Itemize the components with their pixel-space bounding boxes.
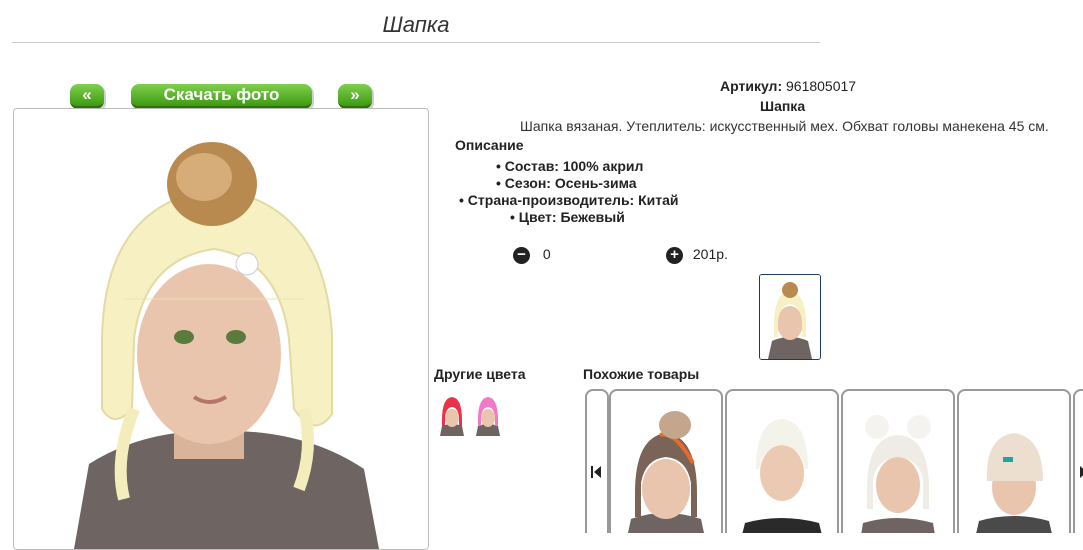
price-control: + 201р. — [666, 246, 728, 264]
white-hat-girl-image — [731, 397, 833, 533]
beanie-image — [963, 397, 1065, 533]
property-color: Цвет: Бежевый — [510, 209, 625, 226]
similar-item-1[interactable] — [609, 389, 723, 533]
article-value: 961805017 — [786, 78, 857, 94]
price-value: 201р. — [692, 246, 728, 262]
next-photo-button[interactable]: » — [338, 84, 372, 109]
main-product-photo[interactable] — [13, 108, 429, 550]
ears-hat-image — [847, 397, 949, 533]
article-line: Артикул: 961805017 — [720, 78, 920, 94]
similar-item-2[interactable] — [725, 389, 839, 533]
similar-products-carousel — [585, 389, 1083, 533]
carousel-next-button[interactable] — [1073, 389, 1083, 533]
product-name: Шапка — [760, 98, 806, 114]
similar-products-label: Похожие товары — [583, 366, 700, 382]
other-colors-label: Другие цвета — [434, 366, 526, 382]
pink-hat-image — [472, 392, 504, 436]
download-photo-button[interactable]: Скачать фото — [131, 84, 312, 109]
red-hat-image — [436, 392, 468, 436]
arrow-left-icon — [591, 466, 601, 478]
property-composition: Состав: 100% акрил — [496, 158, 644, 175]
arrow-right-icon — [1080, 466, 1083, 478]
property-country: Страна-производитель: Китай — [459, 192, 679, 209]
property-season: Сезон: Осень-зима — [496, 175, 637, 192]
minus-icon[interactable]: − — [513, 246, 530, 264]
prev-photo-button[interactable]: « — [70, 84, 104, 109]
plus-icon[interactable]: + — [666, 246, 683, 264]
description-heading: Описание — [455, 137, 524, 153]
product-description: Шапка вязаная. Утеплитель: искусственный… — [520, 118, 1049, 134]
article-label: Артикул: — [720, 78, 783, 94]
mannequin-hat-image — [14, 109, 428, 549]
similar-item-3[interactable] — [841, 389, 955, 533]
color-option-pink[interactable] — [472, 392, 504, 436]
carousel-prev-button[interactable] — [585, 389, 609, 533]
brown-hat-image — [615, 397, 717, 533]
color-option-red[interactable] — [436, 392, 468, 436]
page-title: Шапка — [12, 12, 820, 43]
quantity-value: 0 — [542, 246, 551, 262]
similar-item-4[interactable] — [957, 389, 1071, 533]
thumbnail-image — [760, 275, 820, 359]
product-thumbnail[interactable] — [759, 274, 821, 360]
quantity-control: − 0 — [513, 246, 551, 264]
